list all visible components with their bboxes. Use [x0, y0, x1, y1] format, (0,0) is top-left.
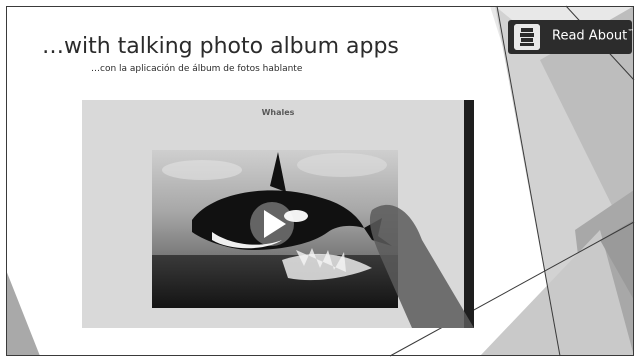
read-about-logo: Read About™: [508, 20, 635, 54]
video-player[interactable]: Whales: [82, 100, 474, 328]
slide-subtitle: …con la aplicación de álbum de fotos hab…: [91, 64, 303, 74]
slide: …with talking photo album apps …con la a…: [0, 0, 642, 363]
video-thumbnail: [82, 100, 474, 328]
play-icon[interactable]: [250, 202, 294, 246]
book-stack-icon: [514, 24, 540, 50]
slide-title: …with talking photo album apps: [42, 34, 399, 59]
logo-text: Read About™: [552, 28, 635, 44]
video-caption: Whales: [261, 108, 295, 117]
